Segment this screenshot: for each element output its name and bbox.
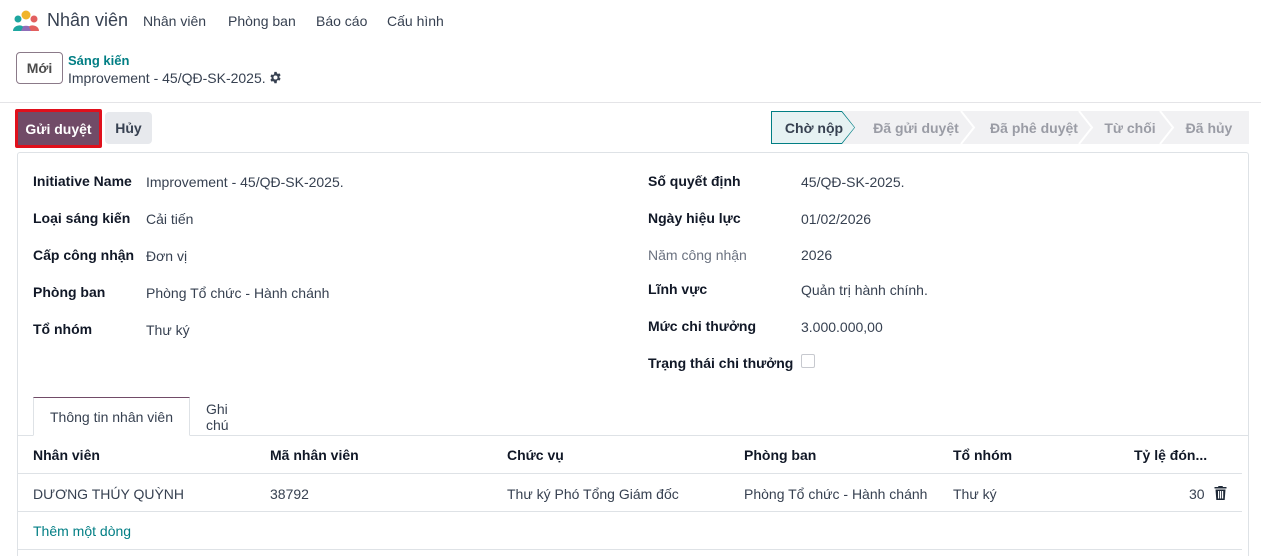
app-title[interactable]: Nhân viên: [47, 10, 128, 31]
field-department[interactable]: Phòng Tổ chức - Hành chánh: [146, 285, 329, 301]
trash-icon[interactable]: [1214, 486, 1227, 500]
add-line-link[interactable]: Thêm một dòng: [33, 523, 131, 539]
column-header-department[interactable]: Phòng ban: [744, 447, 816, 463]
menu-item-configuration[interactable]: Cấu hình: [387, 13, 444, 29]
column-header-team[interactable]: Tổ nhóm: [953, 447, 1012, 463]
cell-position[interactable]: Thư ký Phó Tổng Giám đốc: [507, 486, 679, 502]
label-reward-status: Trạng thái chi thưởng: [648, 355, 794, 371]
cell-contribution-rate[interactable]: 30: [1189, 486, 1205, 502]
field-initiative-type[interactable]: Cải tiến: [146, 211, 193, 227]
stage-submitted[interactable]: Đã gửi duyệt: [857, 111, 975, 144]
control-panel-divider: [0, 102, 1261, 103]
menu-item-reports[interactable]: Báo cáo: [316, 13, 367, 29]
column-header-position[interactable]: Chức vụ: [507, 447, 564, 463]
status-bar: Chờ nộp Đã gửi duyệt Đã phê duyệt Từ chố…: [771, 111, 1249, 144]
label-recognition-level: Cấp công nhận: [33, 247, 135, 263]
tab-notes[interactable]: Ghi chú: [190, 397, 270, 436]
field-reward-amount[interactable]: 3.000.000,00: [801, 319, 883, 335]
label-initiative-name: Initiative Name: [33, 173, 132, 189]
table-bottom-divider: [17, 549, 1242, 550]
stage-cancelled[interactable]: Đã hủy: [1173, 111, 1245, 144]
field-initiative-name[interactable]: Improvement - 45/QĐ-SK-2025.: [146, 174, 344, 190]
cell-department[interactable]: Phòng Tổ chức - Hành chánh: [744, 486, 927, 502]
column-header-employee-code[interactable]: Mã nhân viên: [270, 447, 359, 463]
label-decision-number: Số quyết định: [648, 173, 741, 189]
table-header-divider: [17, 473, 1242, 474]
menu-item-departments[interactable]: Phòng ban: [228, 13, 296, 29]
column-header-employee[interactable]: Nhân viên: [33, 447, 100, 463]
submit-for-approval-button[interactable]: Gửi duyệt: [15, 109, 102, 148]
cell-team[interactable]: Thư ký: [953, 486, 997, 502]
breadcrumb-current: Improvement - 45/QĐ-SK-2025.: [68, 70, 266, 86]
label-effective-date: Ngày hiệu lực: [648, 210, 741, 226]
cell-employee[interactable]: DƯƠNG THÚY QUỲNH: [33, 486, 184, 502]
field-effective-date[interactable]: 01/02/2026: [801, 211, 871, 227]
label-team: Tổ nhóm: [33, 321, 93, 337]
label-department: Phòng ban: [33, 284, 106, 300]
top-navbar: Nhân viên Nhân viên Phòng ban Báo cáo Cấ…: [0, 0, 1261, 42]
label-reward-amount: Mức chi thưởng: [648, 318, 757, 334]
label-recognition-year: Năm công nhận: [648, 247, 747, 263]
breadcrumb-parent[interactable]: Sáng kiến: [68, 53, 129, 68]
field-recognition-level[interactable]: Đơn vị: [146, 248, 187, 264]
column-header-contribution-rate[interactable]: Tỷ lệ đón...: [1134, 447, 1207, 463]
stage-approved[interactable]: Đã phê duyệt: [975, 111, 1093, 144]
tab-employee-info[interactable]: Thông tin nhân viên: [33, 397, 190, 436]
people-icon[interactable]: [13, 10, 39, 32]
table-row-divider: [17, 511, 1242, 512]
gear-icon[interactable]: [269, 71, 282, 84]
new-button[interactable]: Mới: [16, 52, 63, 84]
cell-employee-code[interactable]: 38792: [270, 486, 309, 502]
field-field-area[interactable]: Quản trị hành chính.: [801, 282, 928, 298]
field-decision-number[interactable]: 45/QĐ-SK-2025.: [801, 174, 905, 190]
menu-item-employees[interactable]: Nhân viên: [143, 13, 206, 29]
label-field-area: Lĩnh vực: [648, 281, 708, 297]
cancel-button[interactable]: Hủy: [105, 112, 152, 144]
field-recognition-year: 2026: [801, 247, 833, 263]
stage-rejected[interactable]: Từ chối: [1093, 111, 1167, 144]
label-initiative-type: Loại sáng kiến: [33, 210, 131, 226]
field-team[interactable]: Thư ký: [146, 322, 190, 338]
reward-status-checkbox[interactable]: [801, 354, 815, 368]
stage-waiting-submission[interactable]: Chờ nộp: [771, 111, 857, 144]
